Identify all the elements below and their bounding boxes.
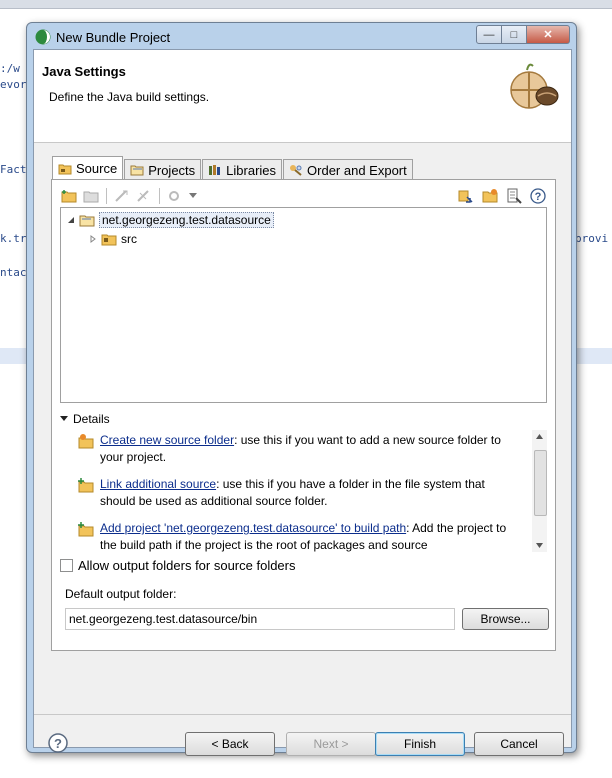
tab-source[interactable]: Source	[52, 156, 124, 180]
scroll-down-arrow-icon[interactable]	[536, 543, 543, 548]
toolbar-separator	[159, 188, 160, 204]
remove-icon[interactable]	[135, 187, 153, 205]
projects-icon	[130, 165, 144, 176]
background-code-line: :/w	[0, 62, 20, 75]
details-scrollbar[interactable]	[532, 430, 547, 552]
default-output-folder-input[interactable]: net.georgezeng.test.datasource/bin	[65, 608, 455, 630]
back-button[interactable]: < Back	[185, 732, 275, 756]
add-folder-icon[interactable]	[60, 187, 78, 205]
allow-output-folders-checkbox[interactable]	[60, 559, 73, 572]
background-code-line: provi	[575, 232, 609, 245]
minimize-icon: —	[483, 28, 495, 41]
detail-item-create-folder: Create new source folder: use this if yo…	[78, 432, 520, 466]
details-label: Details	[73, 412, 110, 426]
default-output-folder-label: Default output folder:	[65, 587, 177, 601]
details-scroll-thumb[interactable]	[534, 450, 547, 516]
src-folder-name[interactable]: src	[121, 232, 137, 246]
minimize-button[interactable]: —	[476, 25, 502, 44]
details-toggle-icon[interactable]	[60, 416, 68, 422]
title-bar[interactable]: New Bundle Project — □ ✕	[27, 23, 576, 49]
header-banner: Java Settings Define the Java build sett…	[34, 50, 571, 143]
footer-separator	[34, 714, 571, 715]
order-export-icon	[290, 165, 302, 176]
build-path-icon[interactable]	[457, 187, 475, 205]
maximize-icon: □	[510, 28, 518, 41]
detail-item-link-source: Link additional source: use this if you …	[78, 476, 520, 510]
project-folder-icon	[79, 215, 95, 227]
window-controls: — □ ✕	[476, 25, 570, 44]
link-folder-icon[interactable]	[82, 187, 100, 205]
browse-button[interactable]: Browse...	[462, 608, 549, 630]
source-tree[interactable]: net.georgezeng.test.datasource src	[60, 207, 547, 403]
package-folder-icon	[101, 234, 117, 246]
allow-output-folders-option[interactable]: Allow output folders for source folders	[60, 558, 296, 573]
svg-text:?: ?	[535, 191, 542, 203]
source-tab-panel: ? net.georgezeng.test.datasource src Det…	[51, 179, 556, 651]
background-tab-bar	[0, 0, 612, 9]
help-icon[interactable]: ?	[529, 187, 547, 205]
tree-toolbar-left	[60, 186, 198, 206]
tab-label: Libraries	[226, 162, 277, 178]
page-title: Java Settings	[42, 64, 126, 79]
expand-arrow-icon[interactable]	[89, 235, 97, 243]
new-source-folder-icon	[78, 434, 94, 449]
help-glyph: ?	[54, 736, 62, 751]
background-code-line: evor	[0, 78, 27, 91]
tree-toolbar-right: ?	[457, 186, 547, 206]
remove-from-build-path-icon[interactable]	[505, 187, 523, 205]
tab-label: Source	[76, 161, 118, 176]
maximize-button[interactable]: □	[502, 25, 527, 44]
close-button[interactable]: ✕	[527, 25, 570, 44]
source-folder-icon	[58, 164, 72, 174]
tab-order-and-export[interactable]: Order and Export	[283, 159, 413, 180]
tab-projects[interactable]: Projects	[124, 159, 202, 180]
configure-icon[interactable]	[166, 187, 184, 205]
new-bundle-project-dialog: New Bundle Project — □ ✕ Java Settings D…	[26, 22, 577, 756]
cancel-button[interactable]: Cancel	[474, 732, 564, 756]
tree-row-src[interactable]: src	[89, 232, 137, 246]
allow-output-folders-label: Allow output folders for source folders	[78, 558, 296, 573]
app-icon	[35, 29, 51, 45]
next-button[interactable]: Next >	[286, 732, 376, 756]
background-code-line: k.tr	[0, 232, 27, 245]
link-additional-source-link[interactable]: Link additional source	[100, 477, 216, 491]
finish-button[interactable]: Finish	[375, 732, 465, 756]
add-to-build-path-icon	[78, 522, 94, 537]
page-description: Define the Java build settings.	[49, 90, 210, 104]
window-title: New Bundle Project	[56, 30, 171, 45]
tab-label: Projects	[148, 162, 196, 178]
create-new-source-folder-link[interactable]: Create new source folder	[100, 433, 234, 447]
tab-libraries[interactable]: Libraries	[202, 159, 283, 180]
add-project-to-build-path-link[interactable]: Add project 'net.georgezeng.test.datasou…	[100, 521, 406, 535]
tree-row-project[interactable]: net.georgezeng.test.datasource	[67, 212, 274, 228]
details-panel: Create new source folder: use this if yo…	[60, 430, 547, 552]
java-settings-banner-icon	[510, 63, 559, 109]
project-name[interactable]: net.georgezeng.test.datasource	[99, 212, 274, 228]
background-code-line: Fact	[0, 163, 27, 176]
detail-item-add-project: Add project 'net.georgezeng.test.datasou…	[78, 520, 520, 552]
toolbar-separator	[106, 188, 107, 204]
tab-bar: Source Projects Libraries Order and Expo…	[52, 156, 414, 180]
edit-icon[interactable]	[113, 187, 131, 205]
collapse-arrow-icon[interactable]	[67, 216, 75, 224]
link-source-icon	[78, 478, 94, 493]
dropdown-chevron-icon[interactable]	[188, 187, 198, 205]
dialog-body: Java Settings Define the Java build sett…	[33, 49, 572, 756]
close-icon: ✕	[543, 29, 553, 41]
details-section-header[interactable]: Details	[60, 412, 110, 426]
tab-label: Order and Export	[307, 162, 407, 178]
libraries-icon	[209, 165, 221, 175]
scroll-up-arrow-icon[interactable]	[536, 434, 543, 439]
new-source-folder-icon[interactable]	[481, 187, 499, 205]
background-code-line: ntac	[0, 266, 27, 279]
help-icon[interactable]: ?	[48, 733, 68, 753]
